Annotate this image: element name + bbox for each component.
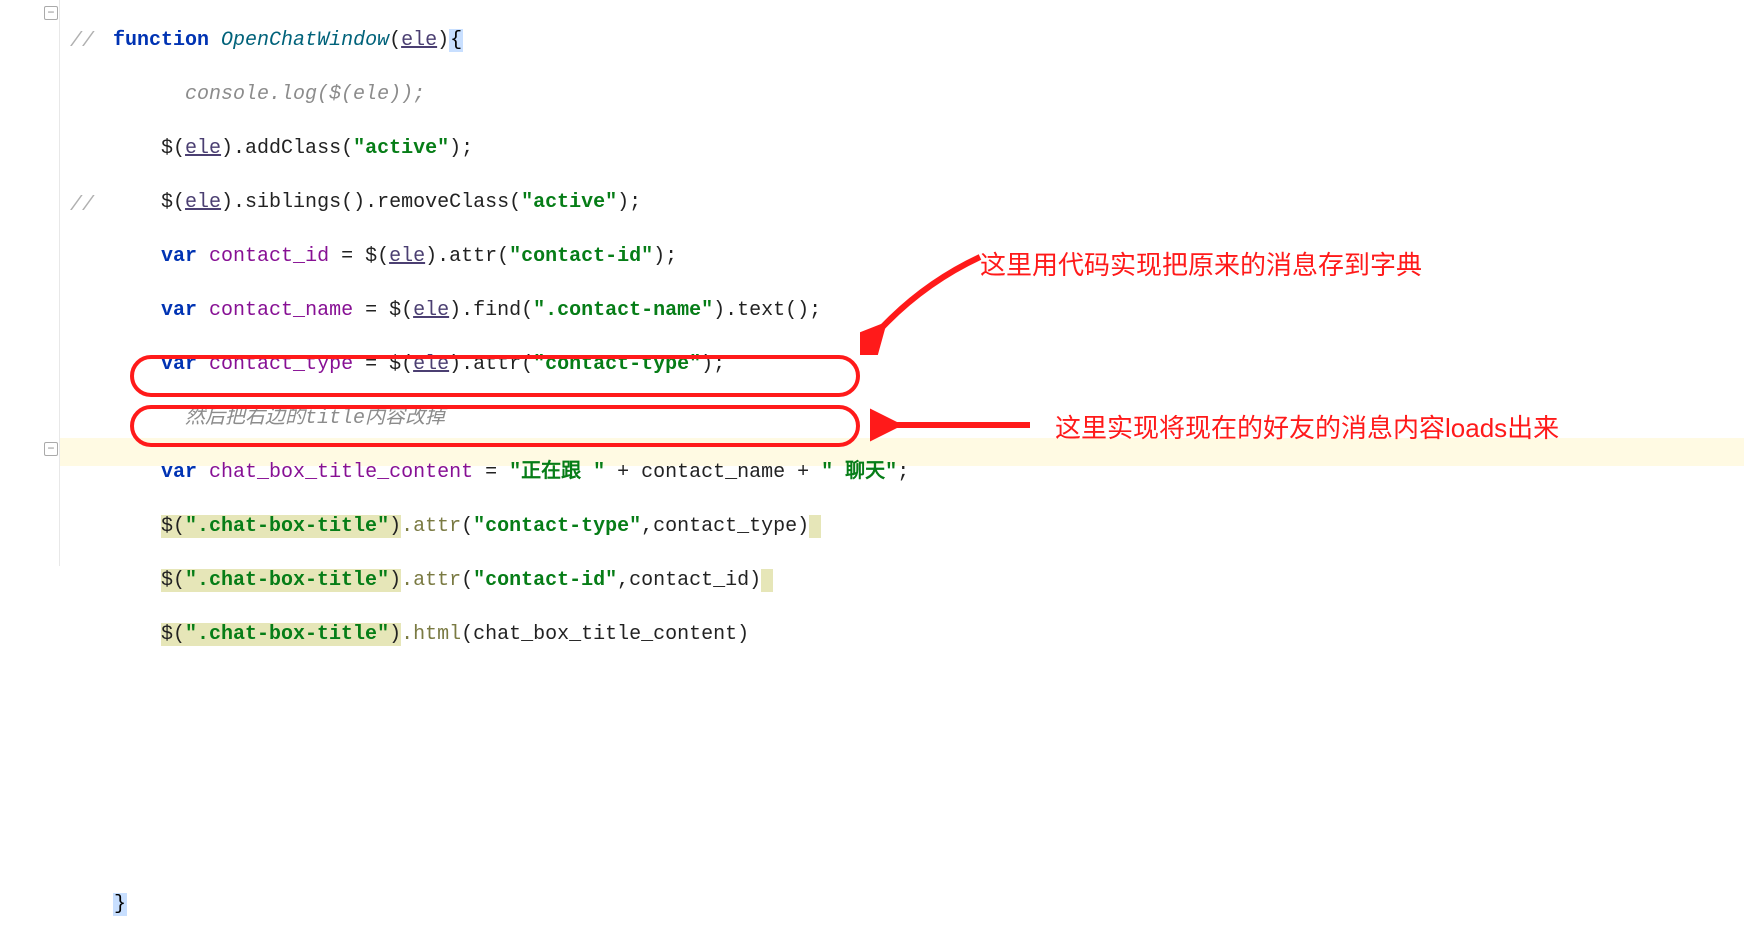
code-line: $(".chat-box-title").attr("contact-id",c… — [65, 567, 909, 594]
code-line: $(".chat-box-title").html(chat_box_title… — [65, 621, 909, 648]
code-line — [65, 675, 909, 702]
annotation-box-1 — [130, 355, 860, 397]
code-line: console.log($(ele)); — [65, 81, 909, 108]
annotation-label-2: 这里实现将现在的好友的消息内容loads出来 — [1055, 408, 1559, 445]
fold-collapse-icon[interactable]: − — [44, 6, 58, 20]
code-editor[interactable]: function OpenChatWindow(ele){ console.lo… — [65, 0, 909, 945]
code-line: var contact_id = $(ele).attr("contact-id… — [65, 243, 909, 270]
annotation-label-1: 这里用代码实现把原来的消息存到字典 — [980, 245, 1422, 282]
editor-gutter: − − — [0, 0, 60, 566]
code-line: function OpenChatWindow(ele){ — [65, 27, 909, 54]
code-line: var contact_name = $(ele).find(".contact… — [65, 297, 909, 324]
annotation-box-2 — [130, 405, 860, 447]
fold-expand-icon[interactable]: − — [44, 442, 58, 456]
code-line: var chat_box_title_content = "正在跟 " + co… — [65, 459, 909, 486]
code-line — [65, 837, 909, 864]
code-line — [65, 729, 909, 756]
code-line: } — [65, 891, 909, 918]
code-line: $(ele).siblings().removeClass("active"); — [65, 189, 909, 216]
code-line: $(ele).addClass("active"); — [65, 135, 909, 162]
code-line — [65, 783, 909, 810]
code-line: $(".chat-box-title").attr("contact-type"… — [65, 513, 909, 540]
